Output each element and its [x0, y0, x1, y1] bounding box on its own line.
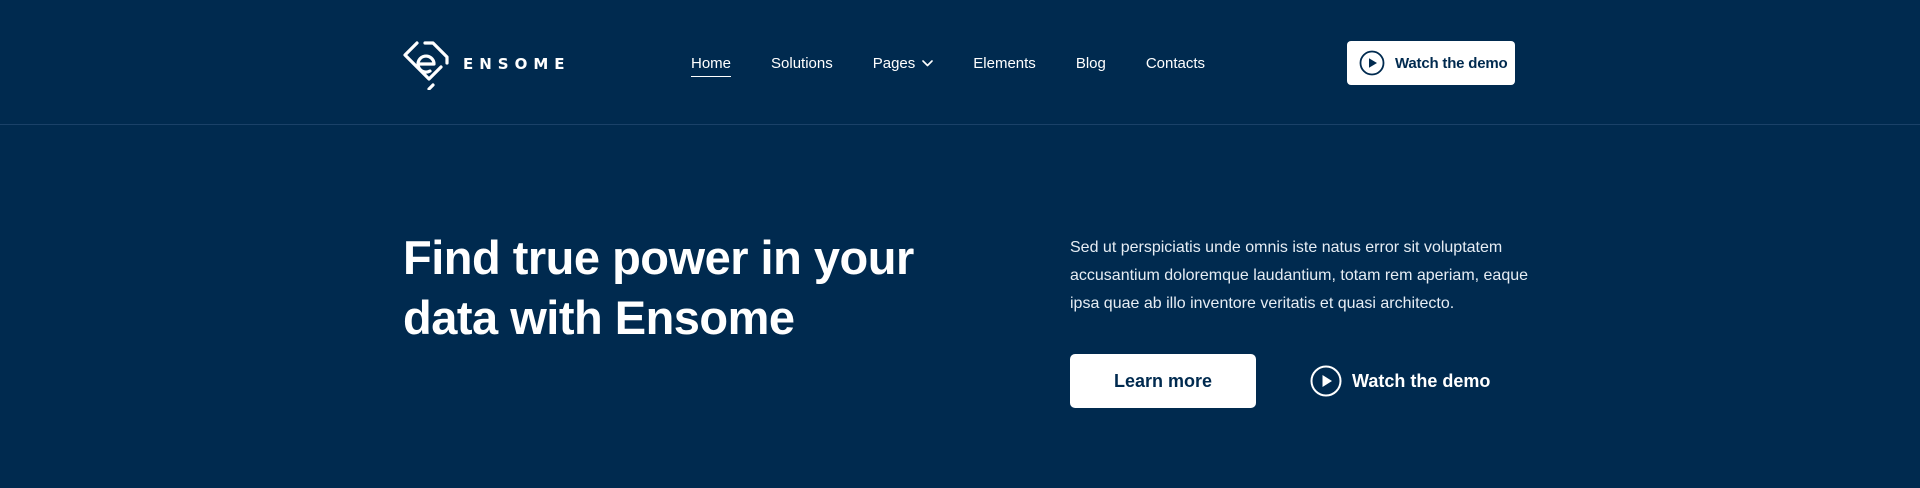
play-icon [1310, 365, 1342, 397]
chevron-down-icon [922, 59, 934, 66]
hero-title: Find true power in your data with Ensome [403, 228, 963, 348]
nav-item-contacts[interactable]: Contacts [1146, 51, 1205, 75]
nav-item-solutions[interactable]: Solutions [771, 51, 833, 75]
main-nav: Home Solutions Pages Elements Blog Conta… [691, 51, 1205, 77]
nav-item-pages[interactable]: Pages [873, 51, 934, 75]
nav-item-label: Blog [1075, 54, 1106, 72]
nav-item-label: Elements [973, 54, 1036, 72]
header-watch-demo-button[interactable]: Watch the demo [1347, 41, 1515, 85]
hero-description: Sed ut perspiciatis unde omnis iste natu… [1070, 239, 1529, 312]
ensome-logo-icon [403, 41, 449, 90]
learn-more-button[interactable]: Learn more [1070, 354, 1256, 408]
nav-item-blog[interactable]: Blog [1076, 51, 1106, 75]
hero-watch-demo-button[interactable]: Watch the demo [1310, 364, 1490, 398]
hero-watch-demo-label: Watch the demo [1352, 370, 1491, 391]
site-header: ENSOME Home Solutions Pages Elements Blo… [0, 0, 1920, 125]
nav-item-elements[interactable]: Elements [973, 51, 1036, 75]
nav-item-home[interactable]: Home [691, 51, 732, 77]
play-icon [1359, 50, 1385, 76]
brand-name: ENSOME [463, 55, 571, 73]
brand-logo[interactable]: ENSOME [403, 38, 571, 90]
hero-title-line-1: Find true power in your [403, 231, 914, 284]
nav-item-label: Contacts [1145, 54, 1206, 72]
hero-title-line-2: data with Ensome [403, 291, 795, 344]
learn-more-label: Learn more [1113, 370, 1213, 391]
nav-item-label: Home [691, 54, 732, 72]
nav-item-label: Solutions [771, 54, 833, 72]
header-watch-demo-label: Watch the demo [1395, 54, 1508, 72]
nav-item-label: Pages [872, 54, 916, 72]
